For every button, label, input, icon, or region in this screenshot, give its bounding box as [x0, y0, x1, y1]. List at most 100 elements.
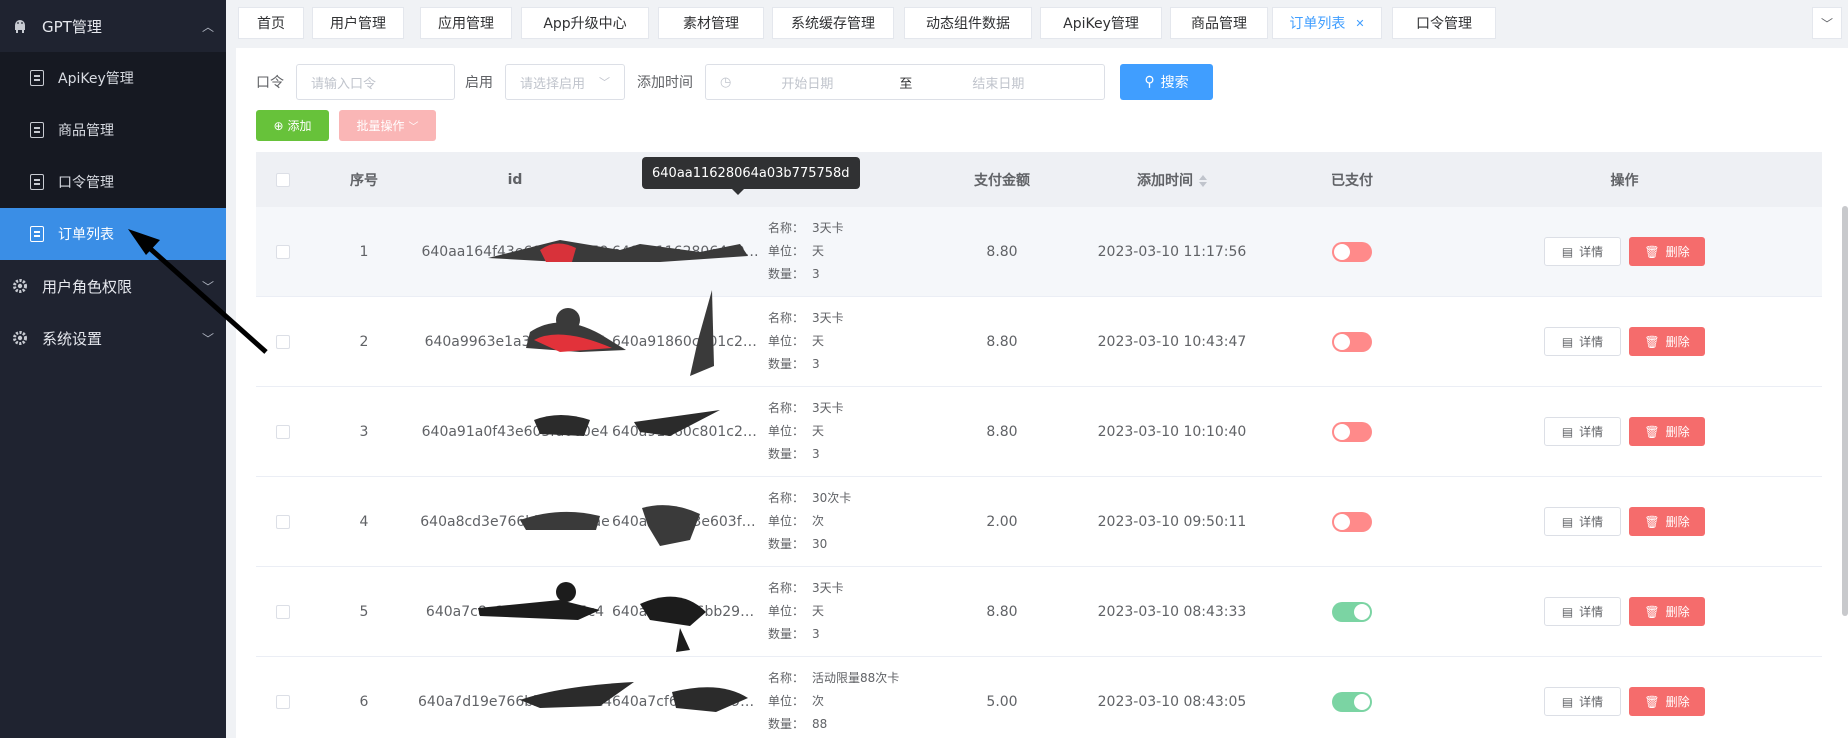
add-button[interactable]: ⊕ 添加 — [256, 110, 329, 141]
tab-app-upgrade[interactable]: App升级中心 — [521, 7, 649, 39]
cell-amount: 8.80 — [986, 243, 1018, 260]
sidebar-item-orders[interactable]: 订单列表 — [0, 208, 226, 260]
detail-button[interactable]: ▤ 详情 — [1544, 687, 1621, 716]
tab-dynamic-components[interactable]: 动态组件数据 — [904, 7, 1032, 39]
chevron-down-icon[interactable]: ﹀ — [1812, 7, 1842, 39]
document-icon: ▤ — [1561, 604, 1574, 619]
orders-table: 序号 id 商品 支付金额 添加时间 已支付 操作 640aa11628064a… — [256, 152, 1822, 738]
code-input[interactable]: 请输入口令 — [296, 64, 455, 100]
cell-time: 2023-03-10 10:43:47 — [1097, 333, 1247, 350]
delete-button[interactable]: 🗑 删除 — [1629, 237, 1705, 266]
batch-actions-button[interactable]: 批量操作 ﹀ — [339, 110, 436, 141]
sidebar-item-code[interactable]: 口令管理 — [0, 156, 226, 208]
tab-apikey[interactable]: ApiKey管理 — [1040, 7, 1162, 39]
cell-time: 2023-03-10 08:43:05 — [1097, 693, 1247, 710]
detail-button[interactable]: ▤ 详情 — [1544, 507, 1621, 536]
detail-button[interactable]: ▤ 详情 — [1544, 237, 1621, 266]
row-checkbox[interactable] — [256, 514, 310, 529]
cell-uid[interactable]: 640a7cf6766bb297f3a1 — [612, 694, 762, 710]
cell-seq: 3 — [359, 423, 369, 440]
cell-uid[interactable]: 640a91860c801c2ac9d1 — [612, 334, 762, 350]
product-key-name: 名称： — [768, 311, 805, 325]
search-icon: ⚲ — [1144, 74, 1155, 90]
header-time[interactable]: 添加时间 — [1067, 170, 1277, 190]
row-checkbox[interactable] — [256, 604, 310, 619]
product-key-unit: 单位： — [768, 694, 805, 708]
search-button[interactable]: ⚲ 搜索 — [1120, 64, 1213, 100]
product-name: 3天卡 — [812, 221, 844, 235]
row-checkbox[interactable] — [256, 334, 310, 349]
cell-uid[interactable]: 640a91860c801c2ac9d1 — [612, 424, 762, 440]
sidebar-item-apikey[interactable]: ApiKey管理 — [0, 52, 226, 104]
close-icon[interactable]: ✕ — [1355, 17, 1364, 30]
button-label: 详情 — [1579, 425, 1604, 439]
detail-button[interactable]: ▤ 详情 — [1544, 597, 1621, 626]
document-icon: ▤ — [1561, 514, 1574, 529]
tab-label: 商品管理 — [1191, 16, 1247, 32]
product-qty: 88 — [812, 717, 828, 731]
delete-button[interactable]: 🗑 删除 — [1629, 507, 1705, 536]
placeholder: 请输入口令 — [311, 76, 377, 92]
cell-id: 640a91a0f43e603fd060e4 — [421, 423, 609, 440]
tab-assets[interactable]: 素材管理 — [658, 7, 764, 39]
chevron-down-icon: ﹀ — [201, 279, 214, 294]
row-checkbox[interactable] — [256, 694, 310, 709]
product-unit: 天 — [812, 424, 825, 438]
button-label: 详情 — [1579, 605, 1604, 619]
row-checkbox[interactable] — [256, 244, 310, 259]
button-label: 搜索 — [1160, 75, 1189, 91]
sidebar-item-label: ApiKey管理 — [58, 71, 134, 87]
menu-group-roles[interactable]: 用户角色权限 ﹀ — [0, 260, 226, 312]
start-date-input[interactable]: 开始日期 — [781, 73, 881, 92]
paid-toggle[interactable] — [1332, 331, 1372, 352]
header-seq: 序号 — [350, 172, 378, 189]
tab-codes[interactable]: 口令管理 — [1392, 7, 1496, 39]
product-key-name: 名称： — [768, 581, 805, 595]
end-date-input[interactable]: 结束日期 — [972, 73, 1024, 92]
tab-users[interactable]: 用户管理 — [312, 7, 404, 39]
cell-uid[interactable]: 640aa11628064a03b775758d — [612, 244, 762, 260]
delete-button[interactable]: 🗑 删除 — [1629, 687, 1705, 716]
vertical-scrollbar[interactable] — [1842, 206, 1848, 616]
sort-icon[interactable] — [1199, 174, 1207, 187]
cell-ops: ▤ 详情 🗑 删除 — [1427, 687, 1822, 716]
paid-toggle[interactable] — [1332, 241, 1372, 262]
trash-icon: 🗑 — [1644, 514, 1660, 529]
tab-label: 动态组件数据 — [926, 16, 1010, 32]
button-label: 详情 — [1579, 695, 1604, 709]
paid-toggle[interactable] — [1332, 601, 1372, 622]
cell-seq: 4 — [359, 513, 369, 530]
cell-uid[interactable]: 640a5f9af43e603fbe6e1 — [612, 514, 762, 530]
delete-button[interactable]: 🗑 删除 — [1629, 597, 1705, 626]
document-icon — [30, 226, 44, 242]
button-label: 删除 — [1665, 245, 1690, 259]
paid-toggle[interactable] — [1332, 511, 1372, 532]
cell-id: 640a8cd3e766bb2975f8ae — [420, 513, 610, 530]
header-ops: 操作 — [1610, 172, 1639, 189]
detail-button[interactable]: ▤ 详情 — [1544, 417, 1621, 446]
tab-apps[interactable]: 应用管理 — [420, 7, 512, 39]
delete-button[interactable]: 🗑 删除 — [1629, 327, 1705, 356]
date-range-picker[interactable]: ◷ 开始日期 至 结束日期 — [705, 64, 1105, 100]
tab-orders[interactable]: 订单列表 ✕ — [1272, 7, 1382, 39]
trash-icon: 🗑 — [1644, 694, 1660, 709]
product-qty: 3 — [812, 357, 820, 371]
sidebar-item-product[interactable]: 商品管理 — [0, 104, 226, 156]
enable-select[interactable]: 请选择启用 ﹀ — [505, 64, 625, 100]
menu-group-settings[interactable]: 系统设置 ﹀ — [0, 312, 226, 364]
paid-toggle[interactable] — [1332, 421, 1372, 442]
document-icon — [30, 122, 44, 138]
menu-group-gpt[interactable]: GPT管理 ︿ — [0, 0, 226, 52]
row-checkbox[interactable] — [256, 424, 310, 439]
tab-cache[interactable]: 系统缓存管理 — [772, 7, 894, 39]
time-label: 添加时间 — [637, 75, 693, 91]
detail-button[interactable]: ▤ 详情 — [1544, 327, 1621, 356]
product-key-unit: 单位： — [768, 514, 805, 528]
select-all-checkbox[interactable] — [256, 172, 310, 187]
delete-button[interactable]: 🗑 删除 — [1629, 417, 1705, 446]
tab-home[interactable]: 首页 — [238, 7, 304, 39]
button-label: 详情 — [1579, 515, 1604, 529]
paid-toggle[interactable] — [1332, 691, 1372, 712]
tab-products[interactable]: 商品管理 — [1170, 7, 1268, 39]
cell-uid[interactable]: 640a7cf6766bb297f3a1 — [612, 604, 762, 620]
